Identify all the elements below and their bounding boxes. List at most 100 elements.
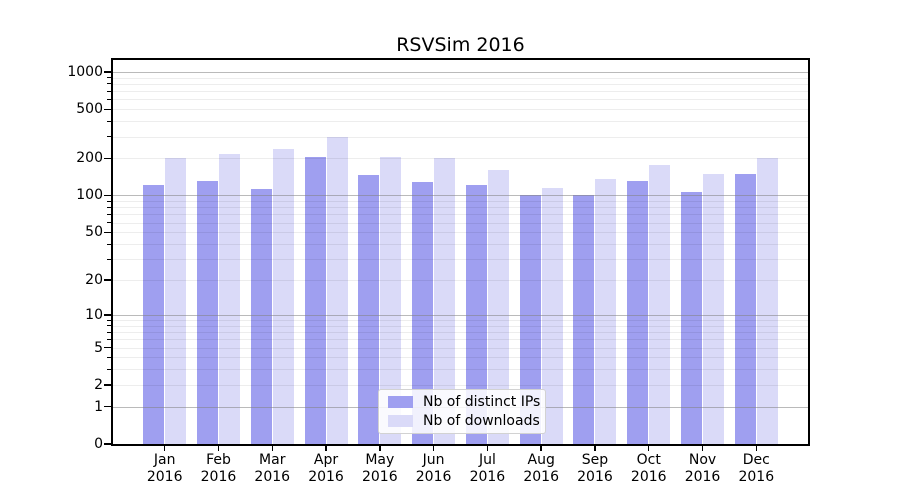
gridline-minor-200 [113,158,808,160]
y-minor-tick-mark [107,120,111,122]
y-tick-mark-100 [104,194,111,197]
bar-downloads-feb [218,153,240,444]
x-tick-label-dec: Dec 2016 [738,452,775,485]
gridline-minor-90 [113,201,808,203]
gridline-minor-600 [113,99,808,101]
bar-downloads-mar [272,149,294,444]
y-tick-label-500: 500 [76,101,103,118]
gridline-minor-30 [113,259,808,261]
x-tick-mark-may [379,446,381,451]
gridline-major-100 [113,195,808,197]
gridline-minor-300 [113,136,808,138]
y-tick-label-10: 10 [85,306,103,323]
y-tick-label-200: 200 [76,150,103,167]
y-tick-label-1000: 1000 [67,63,103,80]
x-tick-mark-feb [217,446,220,451]
x-tick-label-jan: Jan 2016 [146,452,183,485]
x-tick-mark-nov [701,446,704,451]
gridline-major-10 [113,314,808,316]
gridline-minor-9 [113,320,808,321]
x-tick-mark-oct [648,446,650,451]
y-minor-tick-mark [107,258,111,260]
gridline-minor-800 [113,83,808,85]
y-minor-tick-mark [107,356,111,358]
y-minor-tick-mark [107,108,111,110]
gridline-minor-80 [113,207,808,209]
gridline-minor-7 [113,332,808,334]
y-tick-label-0: 0 [94,436,103,452]
gridline-minor-3 [113,369,808,371]
gridline-minor-2 [113,384,808,386]
x-tick-mark-dec [755,446,757,451]
x-tick-mark-mar [271,446,273,451]
legend-swatch-downloads [388,415,413,427]
y-minor-tick-mark [107,222,111,224]
y-tick-label-100: 100 [76,187,103,204]
y-minor-tick-mark [107,384,111,386]
y-minor-tick-mark [107,243,111,245]
bar-downloads-sep [595,179,617,444]
y-minor-tick-mark [107,213,111,215]
y-tick-mark-10 [104,314,111,316]
x-tick-label-oct: Oct 2016 [630,452,667,485]
x-tick-label-nov: Nov 2016 [684,452,721,485]
chart-title: RSVSim 2016 [396,34,525,56]
y-minor-tick-mark [107,347,111,348]
y-minor-tick-mark [107,206,111,208]
y-minor-tick-mark [107,90,111,92]
x-tick-mark-sep [594,446,596,451]
y-minor-tick-mark [107,279,111,281]
x-tick-mark-jul [486,446,489,451]
y-minor-tick-mark [107,325,111,327]
x-tick-label-aug: Aug 2016 [523,452,559,485]
x-tick-label-may: May 2016 [361,452,398,485]
gridline-minor-20 [113,280,808,282]
bar-distinct-ips-oct [627,181,649,444]
y-minor-tick-mark [107,136,111,138]
gridline-minor-70 [113,214,808,216]
x-tick-label-jun: Jun 2016 [415,452,452,485]
gridline-minor-5 [113,347,808,349]
legend-label-distinct-ips: Nb of distinct IPs [423,393,541,410]
y-minor-tick-mark [107,200,111,202]
y-minor-tick-mark [107,368,111,370]
x-tick-label-sep: Sep 2016 [577,452,613,485]
bar-distinct-ips-feb [196,181,218,444]
gridline-minor-60 [113,222,808,224]
x-tick-mark-jan [164,446,166,451]
gridline-minor-50 [113,232,808,234]
y-tick-mark-1 [104,405,111,408]
legend: Nb of distinct IPs Nb of downloads [378,389,546,434]
y-tick-label-5: 5 [94,339,103,356]
y-minor-tick-mark [107,157,111,159]
gridline-minor-6 [113,339,808,341]
y-tick-mark-1000 [104,71,111,73]
y-tick-label-1: 1 [94,398,103,415]
x-tick-mark-jun [432,446,435,451]
bar-distinct-ips-apr [304,156,326,444]
figure-canvas: RSVSim 2016 0 1 2 5 10 20 50 100 200 500 1000 Jan 2… [0,0,900,500]
y-minor-tick-mark [107,231,111,233]
gridline-minor-40 [113,244,808,245]
y-minor-tick-mark [107,338,111,340]
y-minor-tick-mark [107,98,111,100]
bar-downloads-apr [326,137,348,444]
legend-swatch-distinct-ips [388,396,413,408]
y-tick-mark-0 [104,443,111,445]
x-tick-label-feb: Feb 2016 [200,452,237,485]
y-minor-tick-mark [107,319,111,321]
x-tick-label-apr: Apr 2016 [308,452,344,485]
legend-item-distinct-ips: Nb of distinct IPs [388,393,541,410]
legend-item-downloads: Nb of downloads [388,413,540,429]
y-tick-label-2: 2 [94,376,103,393]
gridline-minor-500 [113,109,808,111]
gridline-minor-400 [113,121,808,123]
gridline-minor-700 [113,91,808,93]
y-minor-tick-mark [107,77,111,79]
gridline-minor-8 [113,325,808,327]
x-tick-label-jul: Jul 2016 [469,452,506,485]
gridline-minor-4 [113,357,808,359]
gridline-minor-900 [113,77,808,79]
y-minor-tick-mark [107,83,111,85]
y-minor-tick-mark [107,331,111,333]
